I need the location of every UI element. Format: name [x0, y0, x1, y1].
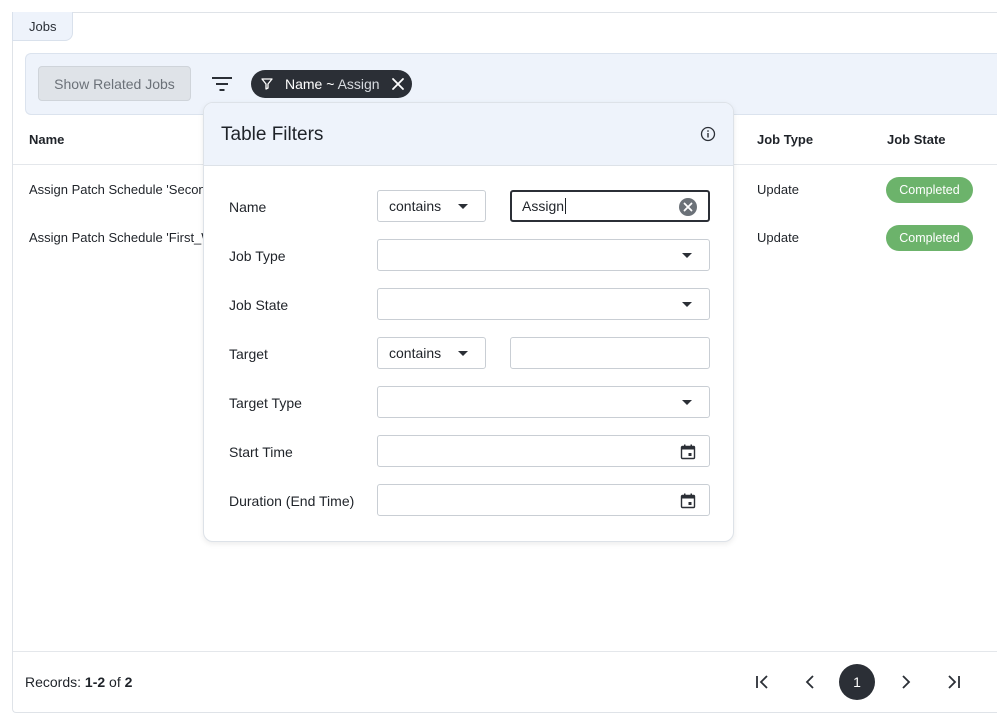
target-type-select[interactable]: [377, 386, 710, 418]
chip-value: Assign: [337, 76, 380, 92]
records-count: Records: 1-2 of 2: [25, 674, 132, 690]
duration-end-time-input[interactable]: [377, 484, 710, 516]
column-header-job-type[interactable]: Job Type: [757, 132, 813, 147]
target-filter-input[interactable]: [510, 337, 710, 369]
chip-label: Name ~ Assign: [285, 76, 380, 92]
info-icon[interactable]: [700, 126, 716, 142]
chevron-down-icon: [458, 204, 468, 209]
records-range: 1-2: [84, 674, 106, 690]
chevron-right-icon: [902, 675, 911, 689]
chevron-down-icon: [458, 351, 468, 356]
records-total: 2: [124, 674, 133, 690]
last-page-button[interactable]: [936, 664, 972, 700]
filter-label-target: Target: [229, 346, 268, 362]
row-1-job-type: Update: [757, 182, 799, 197]
popup-title: Table Filters: [221, 124, 324, 145]
filter-label-name: Name: [229, 199, 267, 215]
chevron-down-icon: [682, 400, 692, 405]
first-page-icon: [756, 675, 768, 689]
job-type-select[interactable]: [377, 239, 710, 271]
chip-field: Name: [285, 76, 323, 92]
name-filter-value: Assign: [522, 198, 565, 214]
filter-label-start-time: Start Time: [229, 444, 293, 460]
column-header-job-state[interactable]: Job State: [887, 132, 946, 147]
chevron-left-icon: [805, 675, 814, 689]
name-operator-select[interactable]: contains: [377, 190, 486, 222]
close-icon[interactable]: [390, 76, 406, 92]
calendar-icon[interactable]: [680, 444, 696, 460]
filter-label-target-type: Target Type: [229, 395, 302, 411]
chevron-down-icon: [682, 253, 692, 258]
filter-label-job-state: Job State: [229, 297, 289, 313]
filter-list-icon[interactable]: [211, 73, 233, 95]
column-header-name[interactable]: Name: [29, 132, 64, 147]
last-page-icon: [948, 675, 960, 689]
chip-operator: ~: [326, 76, 335, 92]
text-cursor: [565, 198, 567, 214]
name-operator-value: contains: [389, 198, 442, 214]
page-1-button[interactable]: 1: [839, 664, 875, 700]
calendar-icon[interactable]: [680, 493, 696, 509]
funnel-icon: [261, 78, 273, 90]
footer-divider: [13, 651, 997, 652]
first-page-button[interactable]: [744, 664, 780, 700]
tab-jobs[interactable]: Jobs: [12, 12, 73, 41]
records-prefix: Records:: [25, 674, 82, 690]
filter-label-job-type: Job Type: [229, 248, 286, 264]
job-state-select[interactable]: [377, 288, 710, 320]
next-page-button[interactable]: [888, 664, 924, 700]
start-time-input[interactable]: [377, 435, 710, 467]
show-related-jobs-button[interactable]: Show Related Jobs: [38, 66, 191, 101]
row-2-name[interactable]: Assign Patch Schedule 'First_W: [29, 230, 204, 245]
status-badge: Completed: [886, 177, 973, 203]
filter-label-duration: Duration (End Time): [229, 493, 355, 509]
target-operator-value: contains: [389, 345, 442, 361]
row-1-name[interactable]: Assign Patch Schedule 'Secon: [29, 182, 204, 197]
table-filters-popup: Table Filters Name contains Assign Job T…: [203, 102, 734, 542]
target-operator-select[interactable]: contains: [377, 337, 486, 369]
name-filter-input[interactable]: Assign: [510, 190, 710, 222]
tab-label: Jobs: [29, 18, 57, 34]
active-filter-chip[interactable]: Name ~ Assign: [251, 70, 412, 98]
records-of: of: [109, 674, 121, 690]
chevron-down-icon: [682, 302, 692, 307]
row-2-job-type: Update: [757, 230, 799, 245]
previous-page-button[interactable]: [792, 664, 828, 700]
status-badge: Completed: [886, 225, 973, 251]
clear-icon[interactable]: [679, 198, 697, 216]
